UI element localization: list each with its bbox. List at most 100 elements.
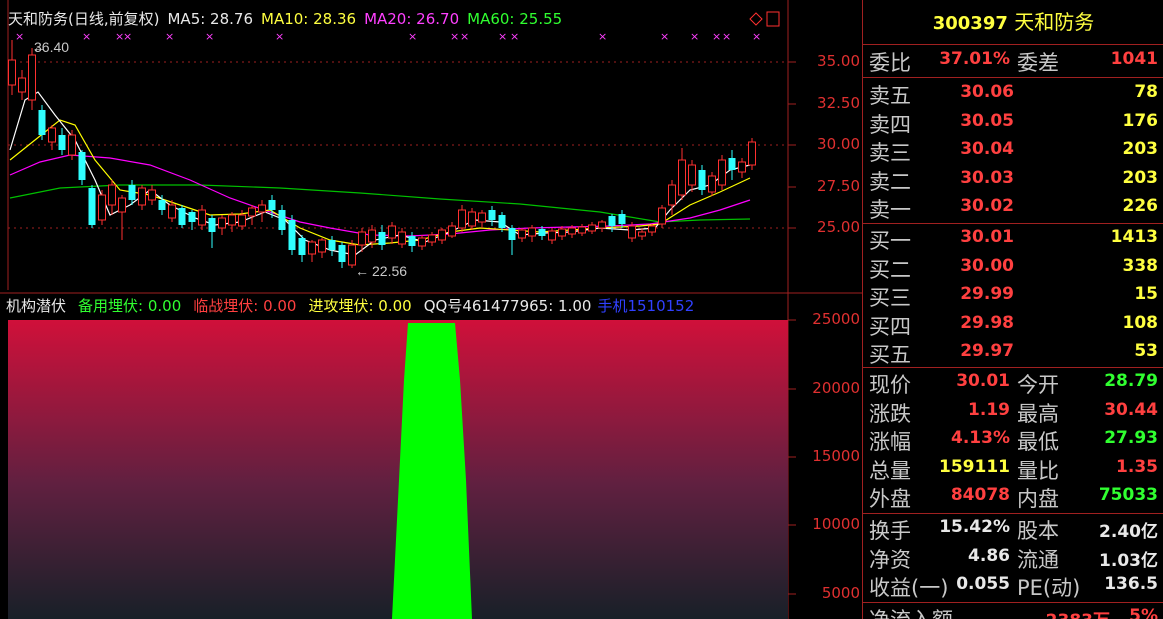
fin-label-2: 股本 <box>1017 519 1059 543</box>
candle <box>698 165 706 195</box>
indicator-field-2: 临战埋伏: 0.00 <box>193 297 297 315</box>
candle <box>558 226 566 240</box>
candle <box>518 228 526 242</box>
candle <box>408 232 416 252</box>
stat-label-2: 最高 <box>1017 401 1059 426</box>
candle <box>438 228 446 244</box>
diamond-icon[interactable] <box>749 12 763 26</box>
indicator-field-1: 备用埋伏: 0.00 <box>78 297 182 315</box>
signal-mark: × <box>598 30 607 43</box>
high-value: 36.40 <box>34 39 69 55</box>
candle <box>728 150 736 180</box>
box-icon[interactable] <box>766 11 780 27</box>
candle <box>268 195 276 218</box>
candle <box>678 148 686 200</box>
indicator-field-5: 手机1510152 <box>597 297 695 315</box>
signal-mark: × <box>722 30 731 43</box>
candle <box>748 138 756 170</box>
stat-label: 总量 <box>869 458 911 483</box>
fin-value: 15.42% <box>939 517 1010 537</box>
bid-volume: 53 <box>1134 341 1158 361</box>
bid-label: 买四 <box>869 314 911 339</box>
ask-label: 卖五 <box>869 84 911 108</box>
signal-mark: × <box>82 30 91 43</box>
indicator-field-3: 进攻埋伏: 0.00 <box>308 297 412 315</box>
netflow-pct: 5% <box>1129 606 1158 619</box>
signal-mark: × <box>498 30 507 43</box>
ask-price: 30.04 <box>960 139 1014 159</box>
price-tick-2: 32.50 <box>817 94 860 112</box>
candle <box>228 212 236 232</box>
signal-marks: × × ×× × × × × × × × × × × × × × × <box>15 30 761 43</box>
signal-mark: × <box>123 30 132 43</box>
bid-label: 买一 <box>869 229 911 253</box>
stat-label: 涨跌 <box>869 401 911 426</box>
order-ratio-row: 委比 37.01% 委差 1041 <box>867 47 1162 75</box>
fundamentals-row: 收益(一) 0.055 PE(动) 136.5 <box>867 572 1162 600</box>
signal-mark: × <box>510 30 519 43</box>
stats-row: 外盘 84078 内盘 75033 <box>867 483 1162 511</box>
candle <box>78 150 86 185</box>
ma20-line <box>9 154 751 237</box>
bid-label: 买三 <box>869 286 911 310</box>
candle <box>118 195 126 240</box>
stat-value: 159111 <box>939 456 1010 477</box>
candle <box>298 235 306 262</box>
ma5-label: MA5: 28.76 <box>167 10 253 28</box>
webi-label: 委比 <box>869 51 911 75</box>
stat-label-2: 量比 <box>1017 458 1059 483</box>
candle <box>738 158 746 178</box>
ask-volume: 203 <box>1122 167 1159 188</box>
fin-label: 换手 <box>869 519 911 543</box>
candle <box>398 228 406 248</box>
candle <box>688 160 696 192</box>
price-tick-5: 25.00 <box>817 218 860 236</box>
candle <box>278 205 286 235</box>
candle <box>338 242 346 268</box>
stat-label: 外盘 <box>869 487 911 511</box>
candle <box>138 185 146 210</box>
stats-row: 总量 159111 量比 1.35 <box>867 455 1162 483</box>
stat-label: 现价 <box>869 373 911 397</box>
ask-volume: 226 <box>1122 196 1159 216</box>
bid-row: 买四 29.98 108 <box>867 311 1162 339</box>
ask-price: 30.03 <box>960 167 1014 188</box>
low-annotation: ← <box>355 263 369 279</box>
stat-value-2: 28.79 <box>1104 371 1158 391</box>
candle <box>468 208 476 230</box>
stat-value: 1.19 <box>968 399 1010 420</box>
stats-row: 涨跌 1.19 最高 30.44 <box>867 398 1162 426</box>
ask-volume: 203 <box>1122 139 1159 159</box>
bid-volume: 108 <box>1122 312 1159 333</box>
fin-label: 收益(一) <box>869 576 949 600</box>
stat-label-2: 内盘 <box>1017 487 1059 511</box>
fin-value: 4.86 <box>968 545 1010 566</box>
bid-volume: 1413 <box>1110 227 1158 247</box>
bid-volume: 338 <box>1122 255 1159 276</box>
fin-label-2: PE(动) <box>1017 576 1081 600</box>
ma20-label: MA20: 26.70 <box>364 10 460 28</box>
stock-title: 300397 天和防务 <box>863 6 1163 35</box>
candle <box>48 125 56 150</box>
bid-price: 29.97 <box>960 341 1014 361</box>
chart-header: 天和防务(日线,前复权) MA5: 28.76 MA10: 28.36 MA20: 2… <box>8 8 570 28</box>
indicator-name[interactable]: 机构潜伏 <box>6 297 66 315</box>
candle <box>258 200 266 222</box>
candle <box>648 224 656 236</box>
indicator-header: 机构潜伏 备用埋伏: 0.00 临战埋伏: 0.00 进攻埋伏: 0.00 QQ号461… <box>6 295 788 317</box>
low-value: 22.56 <box>372 263 407 279</box>
candle <box>38 105 46 140</box>
volume-tick-2: 20000 <box>812 379 860 397</box>
bid-volume: 15 <box>1134 284 1158 304</box>
ma10-label: MA10: 28.36 <box>261 10 357 28</box>
volume-tick-3: 15000 <box>812 447 860 465</box>
price-tick-3: 30.00 <box>817 135 860 153</box>
ask-label: 卖一 <box>869 198 911 222</box>
fundamentals-row: 换手 15.42% 股本 2.40亿 <box>867 515 1162 543</box>
candle <box>378 225 386 250</box>
signal-mark: × <box>408 30 417 43</box>
bid-price: 29.99 <box>960 284 1014 304</box>
bid-row: 买一 30.01 1413 <box>867 225 1162 253</box>
candle <box>598 220 606 232</box>
candle <box>528 225 536 242</box>
